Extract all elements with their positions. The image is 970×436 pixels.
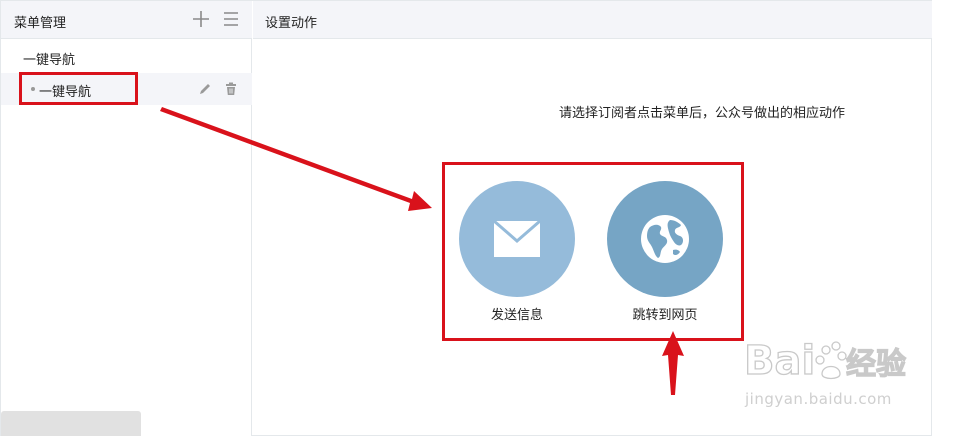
baidu-jingyan-watermark: Bai 经验 jingyan.baidu.com (742, 330, 932, 420)
annotation-box-menu-item (19, 72, 138, 105)
menu-item-label: 一键导航 (23, 53, 76, 68)
svg-text:经验: 经验 (846, 347, 906, 382)
action-instruction-text: 请选择订阅者点击菜单后，公众号做出的相应动作 (559, 106, 846, 121)
hamburger-icon[interactable] (222, 10, 240, 28)
baidu-logo: Bai 经验 (743, 337, 906, 384)
pencil-icon[interactable] (197, 81, 213, 97)
trash-icon[interactable] (223, 81, 239, 97)
annotation-box-action-options (442, 162, 744, 341)
watermark-url: jingyan.baidu.com (745, 390, 892, 408)
plus-icon[interactable] (192, 10, 210, 28)
svg-text:Bai: Bai (744, 338, 815, 384)
menu-management-title: 菜单管理 (14, 16, 67, 31)
menu-item-parent[interactable]: 一键导航 (1, 41, 252, 73)
set-action-header: 设置动作 (253, 1, 932, 39)
scrollbar-stub[interactable] (1, 411, 141, 436)
menu-management-panel: 菜单管理 一键导航 一键导航 (1, 1, 252, 436)
page-gutter (932, 0, 970, 436)
menu-management-header: 菜单管理 (1, 1, 252, 39)
set-action-title: 设置动作 (265, 16, 318, 31)
